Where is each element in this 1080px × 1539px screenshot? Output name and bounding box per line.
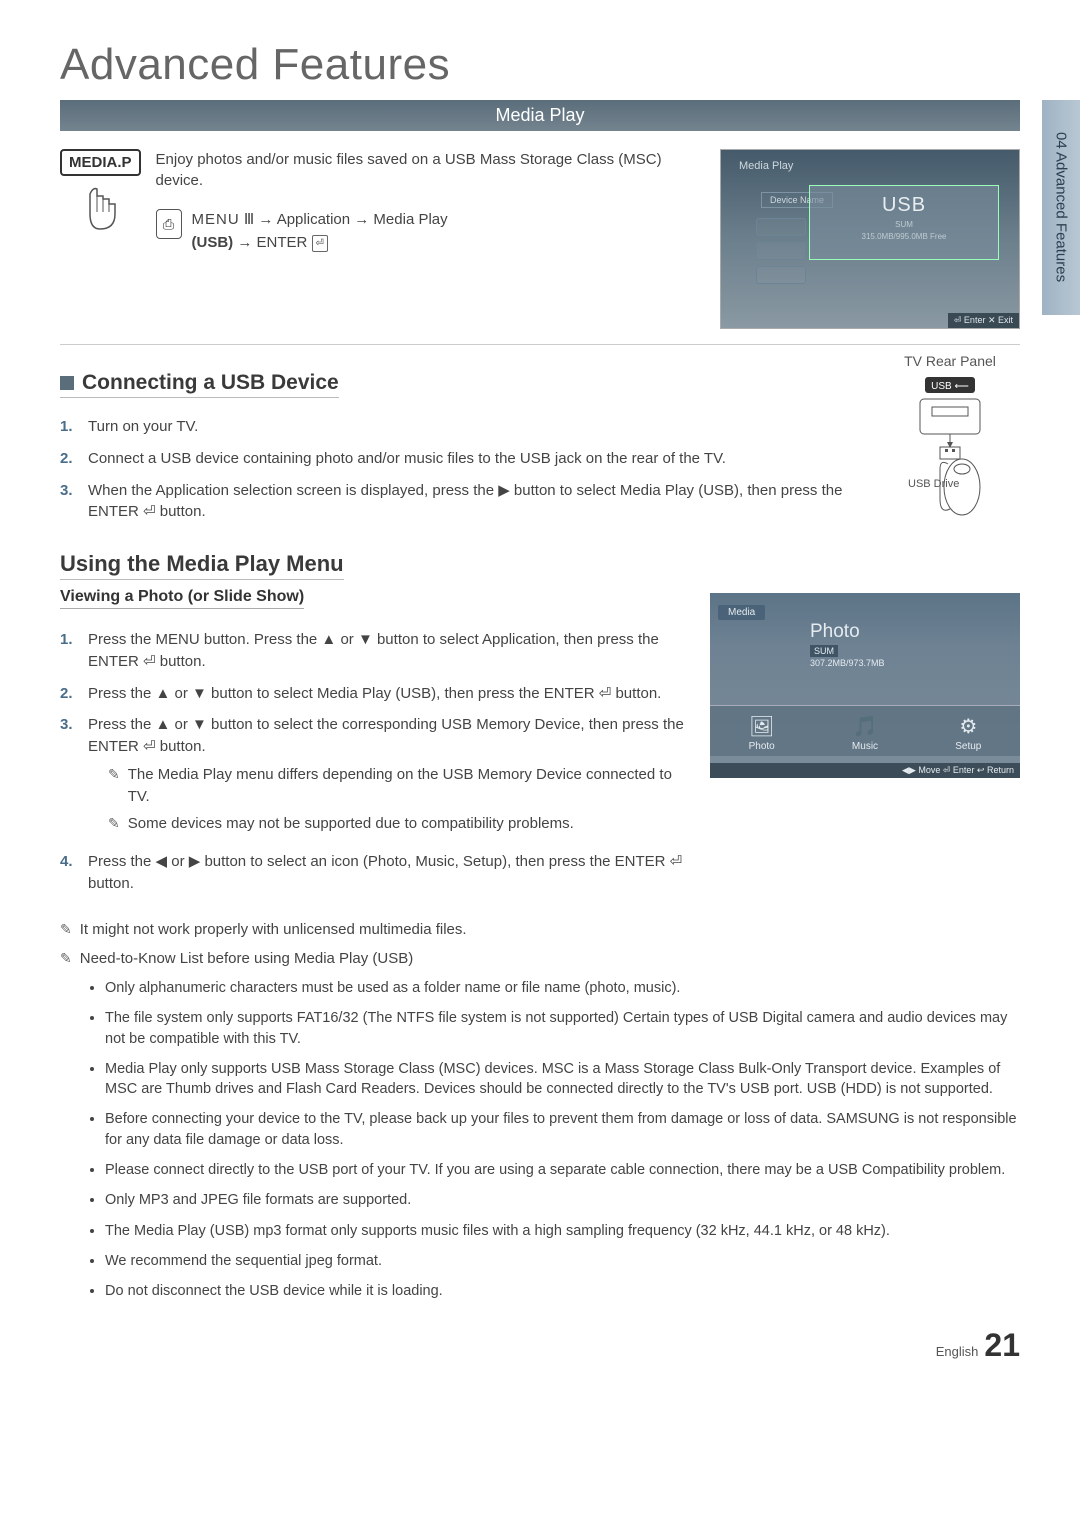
ss2-tab: Media [718, 605, 765, 620]
footer-language: English [936, 1344, 979, 1359]
ntk-2: The file system only supports FAT16/32 (… [105, 1008, 1020, 1049]
conn-step-1: Turn on your TV. [88, 416, 198, 438]
hand-icon [75, 184, 125, 239]
note-icon: ✎ [108, 764, 120, 808]
outer-notes: ✎ It might not work properly with unlicen… [60, 919, 1020, 1302]
rear-panel-label: TV Rear Panel [880, 353, 1020, 369]
intro-text: Enjoy photos and/or music files saved on… [156, 149, 700, 191]
ss1-usb-panel: USB SUM 315.0MB/995.0MB Free [809, 185, 999, 260]
ntk-6: Only MP3 and JPEG file formats are suppo… [105, 1190, 1020, 1210]
menu-word: MENU [192, 211, 240, 228]
side-tab-text: 04 Advanced Features [1053, 132, 1070, 282]
conn-step-3: When the Application selection screen is… [88, 480, 855, 524]
usb-drive-label: USB Drive [908, 478, 959, 490]
view-step-3: Press the ▲ or ▼ button to select the co… [88, 716, 684, 755]
view-step-1: Press the MENU button. Press the ▲ or ▼ … [88, 629, 685, 673]
ss2-icon-row: 🖼 Photo 🎵 Music ⚙ Setup [710, 705, 1020, 756]
enter-icon: ⏎ [312, 235, 328, 252]
ntk-4: Before connecting your device to the TV,… [105, 1109, 1020, 1150]
tv-rear-panel-diagram: TV Rear Panel USB ⟵ USB Drive [880, 353, 1020, 533]
screenshot-media-play-usb: Media Play Device Name USB SUM 315.0MB/9… [720, 149, 1020, 329]
chapter-title: Advanced Features [60, 40, 1020, 90]
conn-step-2: Connect a USB device containing photo an… [88, 448, 726, 470]
photo-icon: 🖼 [749, 714, 775, 739]
ntk-9: Do not disconnect the USB device while i… [105, 1281, 1020, 1301]
remote-illustration: MEDIA.P [60, 149, 141, 329]
ntk-5: Please connect directly to the USB port … [105, 1160, 1020, 1180]
menu-path-seg1: → Application → Media Play [258, 211, 447, 228]
ss1-slot-3 [756, 266, 806, 284]
ss2-icon-setup: Setup [955, 741, 981, 752]
menu-glyph-icon: Ⅲ [244, 211, 254, 228]
view-note-2: Some devices may not be supported due to… [128, 813, 574, 835]
remote-button-mediap: MEDIA.P [60, 149, 141, 176]
ntk-1: Only alphanumeric characters must be use… [105, 978, 1020, 998]
chapter-side-tab: 04 Advanced Features [1042, 100, 1080, 315]
menu-path-seg2: → ENTER [237, 234, 307, 251]
need-to-know-list: Only alphanumeric characters must be use… [60, 978, 1020, 1302]
screenshot-photo-menu: Media Photo SUM 307.2MB/973.7MB 🖼 Photo 🎵… [710, 593, 1020, 778]
connecting-steps: 1.Turn on your TV. 2.Connect a USB devic… [60, 416, 855, 523]
ss2-size: 307.2MB/973.7MB [810, 658, 885, 668]
ss1-usb-label: USB [822, 194, 986, 217]
footer-page-number: 21 [984, 1327, 1020, 1364]
note-icon: ✎ [108, 813, 120, 835]
setup-icon: ⚙ [955, 714, 981, 739]
using-media-play-heading: Using the Media Play Menu [60, 551, 344, 580]
viewing-photo-heading: Viewing a Photo (or Slide Show) [60, 588, 304, 609]
ss2-icon-music: Music [852, 741, 878, 752]
menu-path: ⎙ MENU Ⅲ → Application → Media Play (USB… [156, 209, 700, 254]
music-icon: 🎵 [852, 714, 878, 739]
outer-note-2: Need-to-Know List before using Media Pla… [80, 948, 414, 970]
ss1-footer: ⏎ Enter ✕ Exit [948, 313, 1019, 328]
viewing-steps: 1.Press the MENU button. Press the ▲ or … [60, 629, 685, 895]
ss1-slot-1 [756, 218, 806, 236]
ntk-7: The Media Play (USB) mp3 format only sup… [105, 1221, 1020, 1241]
note-icon: ✎ [60, 948, 72, 970]
ntk-8: We recommend the sequential jpeg format. [105, 1251, 1020, 1271]
view-step-4: Press the ◀ or ▶ button to select an ico… [88, 851, 685, 895]
ss2-icon-photo: Photo [749, 741, 775, 752]
menu-path-usb: (USB) [192, 234, 234, 251]
menu-button-icon: ⎙ [156, 209, 182, 239]
section-bar: Media Play [60, 100, 1020, 131]
ss1-title: Media Play [739, 160, 793, 172]
page-footer: English 21 [60, 1327, 1020, 1364]
heading-bullet-icon [60, 376, 74, 390]
outer-note-1: It might not work properly with unlicens… [80, 919, 467, 941]
ss1-sum: SUM [822, 220, 986, 229]
view-note-1: The Media Play menu differs depending on… [128, 764, 685, 808]
note-icon: ✎ [60, 919, 72, 941]
ss1-slot-2 [756, 242, 806, 260]
ss2-sum: SUM [810, 645, 838, 657]
ss2-main-label: Photo [810, 621, 860, 643]
ss1-free: 315.0MB/995.0MB Free [822, 232, 986, 241]
view-step-2: Press the ▲ or ▼ button to select Media … [88, 683, 661, 705]
ntk-3: Media Play only supports USB Mass Storag… [105, 1059, 1020, 1100]
connecting-heading: Connecting a USB Device [60, 371, 339, 398]
usb-port-label: USB ⟵ [931, 381, 969, 392]
ss2-footer: ◀▶ Move ⏎ Enter ↩ Return [710, 763, 1020, 778]
